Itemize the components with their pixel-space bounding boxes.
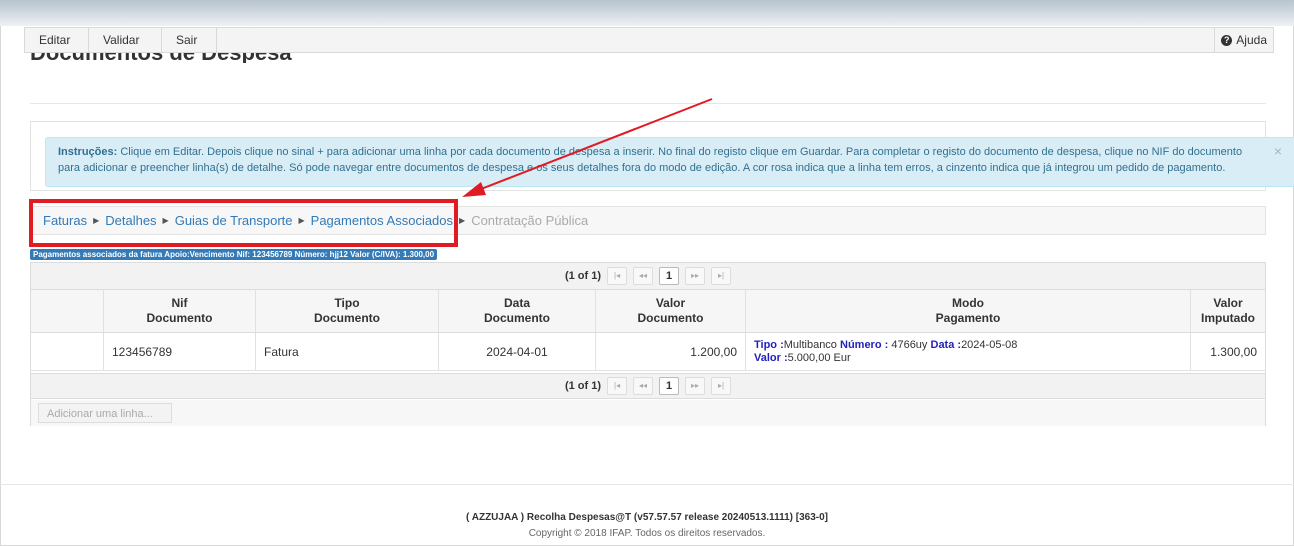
column-header-imputado[interactable]: Valor Imputado xyxy=(1190,290,1265,333)
instructions-label: Instruções: xyxy=(58,146,118,158)
payments-grid: Nif Documento Tipo Documento Data Documento… xyxy=(31,290,1265,371)
close-icon[interactable]: × xyxy=(1274,143,1282,159)
title-divider xyxy=(30,103,1266,104)
prev-page-button[interactable]: ◂◂ xyxy=(633,267,654,285)
table-caption: Pagamentos associados da fatura Apoio:Ve… xyxy=(30,249,438,260)
last-page-button[interactable]: ▸| xyxy=(711,267,732,285)
pager-top: (1 of 1) |◂ ◂◂ 1 ▸▸ ▸| xyxy=(31,263,1265,290)
page-button-1[interactable]: 1 xyxy=(659,377,680,395)
help-button[interactable]: ? Ajuda xyxy=(1214,28,1273,52)
footer-divider xyxy=(0,484,1294,485)
column-header-valor[interactable]: Valor Documento xyxy=(595,290,746,333)
cell-modo: Tipo :Multibanco Número : 4766uy Data :2… xyxy=(745,332,1191,371)
footer-copyright: Copyright © 2018 IFAP. Todos os direitos… xyxy=(528,528,766,539)
help-label: Ajuda xyxy=(1236,33,1267,47)
edit-button[interactable]: Editar xyxy=(25,28,89,52)
exit-button[interactable]: Sair xyxy=(162,28,217,52)
page-button-1[interactable]: 1 xyxy=(659,267,680,285)
table-header-row: Nif Documento Tipo Documento Data Documento… xyxy=(31,290,1265,333)
cell-valor: 1.200,00 xyxy=(595,332,746,371)
first-page-button[interactable]: |◂ xyxy=(607,267,628,285)
row-select-cell[interactable] xyxy=(31,332,104,371)
toolbar: Editar Validar Sair ? Ajuda xyxy=(24,27,1274,53)
question-circle-icon: ? xyxy=(1221,34,1233,46)
column-header-select xyxy=(31,290,104,333)
breadcrumb-contratacao-publica: Contratação Pública xyxy=(471,213,589,228)
instructions-text: Clique em Editar. Depois clique no sinal… xyxy=(58,146,1243,174)
next-page-button[interactable]: ▸▸ xyxy=(685,267,706,285)
add-row-bar: Adicionar uma linha... xyxy=(31,400,1265,426)
payments-table: (1 of 1) |◂ ◂◂ 1 ▸▸ ▸| Nif Documento Tipo… xyxy=(30,262,1266,426)
table-row[interactable]: 123456789 Fatura 2024-04-01 1.200,00 Tip… xyxy=(31,332,1265,371)
page-title: Documentos de Despesa xyxy=(30,53,292,63)
column-header-modo[interactable]: Modo Pagamento xyxy=(745,290,1191,333)
add-row-button[interactable]: Adicionar uma linha... xyxy=(38,403,172,423)
chevron-right-icon: ▶ xyxy=(459,216,466,225)
page-title-wrapper: Documentos de Despesa xyxy=(30,53,1270,63)
column-header-tipo[interactable]: Tipo Documento xyxy=(255,290,439,333)
cell-data: 2024-04-01 xyxy=(438,332,596,371)
next-page-button[interactable]: ▸▸ xyxy=(685,377,706,395)
cell-nif[interactable]: 123456789 xyxy=(103,332,256,371)
prev-page-button[interactable]: ◂◂ xyxy=(633,377,654,395)
cell-imputado: 1.300,00 xyxy=(1190,332,1265,371)
footer-version: ( AZZUJAA ) Recolha Despesas@T (v57.57.5… xyxy=(466,512,828,523)
highlight-box xyxy=(29,199,458,247)
pager-bottom: (1 of 1) |◂ ◂◂ 1 ▸▸ ▸| xyxy=(31,373,1265,399)
first-page-button[interactable]: |◂ xyxy=(607,377,628,395)
window-top-shadow xyxy=(0,0,1294,26)
pager-info: (1 of 1) xyxy=(564,380,602,392)
cell-tipo: Fatura xyxy=(255,332,439,371)
instructions-alert: Instruções: Clique em Editar. Depois cli… xyxy=(45,137,1294,187)
column-header-data[interactable]: Data Documento xyxy=(438,290,596,333)
column-header-nif[interactable]: Nif Documento xyxy=(103,290,256,333)
last-page-button[interactable]: ▸| xyxy=(711,377,732,395)
pager-info: (1 of 1) xyxy=(564,270,602,282)
validate-button[interactable]: Validar xyxy=(89,28,162,52)
